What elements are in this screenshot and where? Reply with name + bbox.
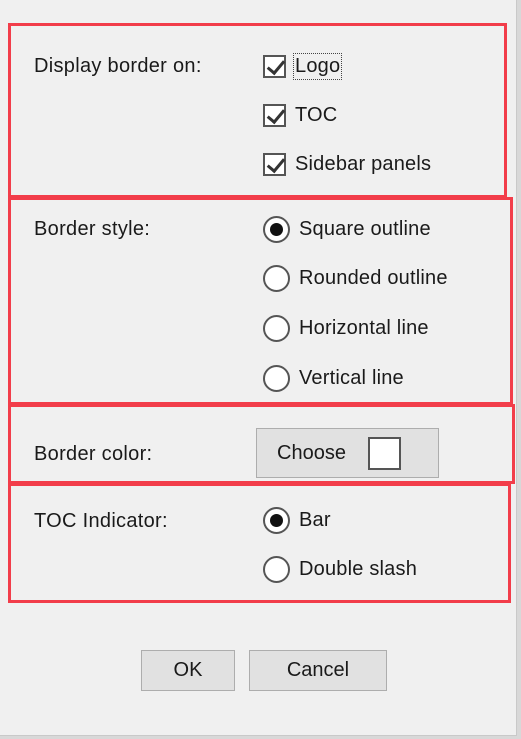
rounded-outline-radio-option[interactable]: Rounded outline bbox=[263, 261, 448, 295]
toc-checkbox-option[interactable]: TOC bbox=[263, 98, 337, 132]
choose-color-button-label: Choose bbox=[277, 441, 346, 464]
display-border-label: Display border on: bbox=[34, 55, 202, 77]
double-slash-radio-option[interactable]: Double slash bbox=[263, 552, 417, 586]
cancel-button[interactable]: Cancel bbox=[249, 650, 387, 691]
toc-checkbox-label[interactable]: TOC bbox=[295, 104, 337, 127]
square-outline-radio[interactable] bbox=[263, 215, 290, 243]
square-outline-radio-label[interactable]: Square outline bbox=[299, 218, 431, 241]
sidebar-panels-checkbox[interactable] bbox=[263, 152, 286, 176]
double-slash-radio[interactable] bbox=[263, 555, 290, 583]
bar-radio-label[interactable]: Bar bbox=[299, 509, 331, 532]
double-slash-radio-label[interactable]: Double slash bbox=[299, 558, 417, 581]
logo-checkbox-option[interactable]: Logo bbox=[263, 49, 343, 83]
border-color-label: Border color: bbox=[34, 443, 153, 465]
square-outline-radio-option[interactable]: Square outline bbox=[263, 212, 431, 246]
sidebar-panels-checkbox-label[interactable]: Sidebar panels bbox=[295, 153, 431, 176]
bar-radio-option[interactable]: Bar bbox=[263, 503, 331, 537]
bar-radio[interactable] bbox=[263, 506, 290, 534]
border-settings-dialog: Display border on: Logo TOC Sidebar pane… bbox=[0, 0, 517, 736]
rounded-outline-radio[interactable] bbox=[263, 264, 290, 292]
toc-checkbox[interactable] bbox=[263, 103, 286, 127]
sidebar-panels-checkbox-option[interactable]: Sidebar panels bbox=[263, 147, 431, 181]
toc-indicator-section bbox=[8, 483, 511, 603]
choose-color-button[interactable]: Choose bbox=[256, 428, 439, 478]
toc-indicator-label: TOC Indicator: bbox=[34, 510, 168, 532]
horizontal-line-radio-label[interactable]: Horizontal line bbox=[299, 317, 429, 340]
color-swatch bbox=[367, 436, 401, 470]
display-border-section bbox=[8, 23, 507, 198]
vertical-line-radio[interactable] bbox=[263, 364, 290, 392]
horizontal-line-radio[interactable] bbox=[263, 314, 290, 342]
rounded-outline-radio-label[interactable]: Rounded outline bbox=[299, 267, 448, 290]
logo-checkbox[interactable] bbox=[263, 54, 286, 78]
ok-button[interactable]: OK bbox=[141, 650, 235, 691]
horizontal-line-radio-option[interactable]: Horizontal line bbox=[263, 311, 429, 345]
logo-checkbox-label[interactable]: Logo bbox=[292, 52, 343, 80]
vertical-line-radio-label[interactable]: Vertical line bbox=[299, 367, 404, 390]
border-style-label: Border style: bbox=[34, 218, 151, 240]
vertical-line-radio-option[interactable]: Vertical line bbox=[263, 361, 404, 395]
